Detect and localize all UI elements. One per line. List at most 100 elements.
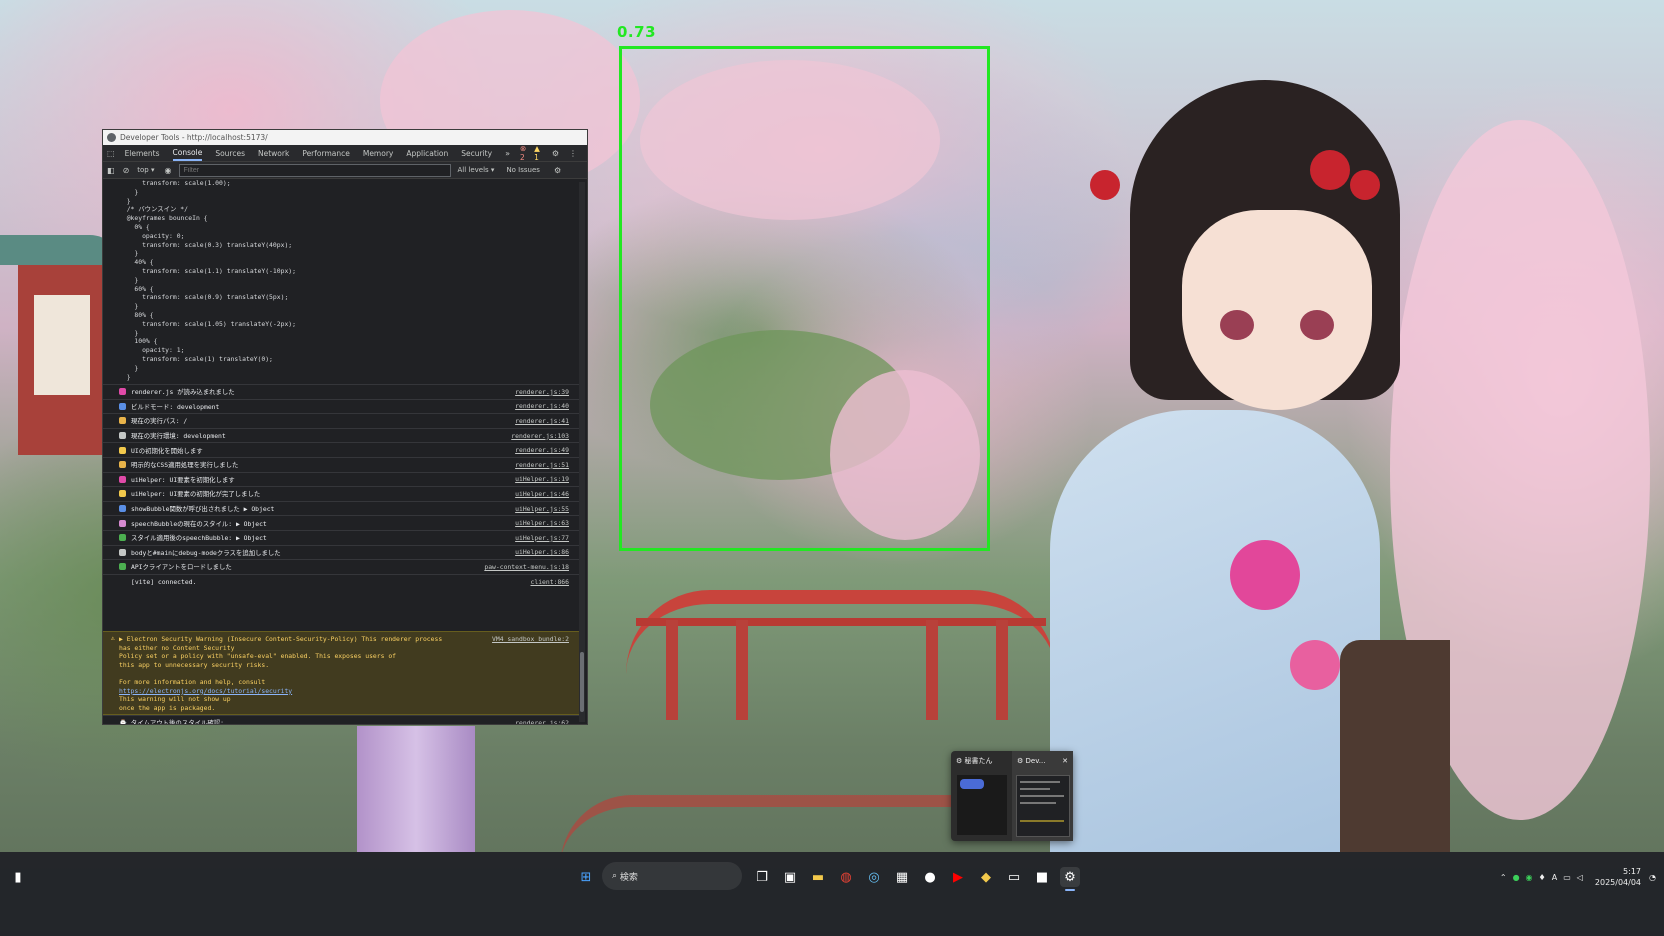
task-view-icon[interactable]: ❐ [752, 867, 772, 887]
message-source-link[interactable]: uiHelper.js:19 [515, 475, 569, 483]
console-message[interactable]: showBubble関数が呼び出されました ▶ Object uiHelper.j… [103, 500, 579, 516]
clear-console-icon[interactable]: ⊘ [123, 166, 130, 175]
more-tabs-button[interactable]: » [505, 149, 510, 158]
terminal-icon[interactable]: ▭ [1004, 867, 1024, 887]
preview-app-1-thumbnail [957, 775, 1007, 835]
context-selector[interactable]: top ▾ [137, 166, 154, 174]
console-scrollbar[interactable] [579, 182, 585, 722]
message-icon [119, 446, 126, 454]
message-icon [119, 490, 126, 498]
anime-character [1050, 80, 1450, 852]
message-source-link[interactable]: client:866 [531, 578, 569, 586]
issues-indicator[interactable]: No Issues [506, 166, 540, 174]
console-message[interactable]: bodyと#mainにdebug-modeクラスを追加しました uiHelper.… [103, 544, 579, 560]
message-text: bodyと#mainにdebug-modeクラスを追加しました [131, 548, 281, 557]
console-settings-icon[interactable]: ⚙ [554, 166, 561, 175]
message-source-link[interactable]: renderer.js:51 [515, 461, 569, 469]
console-message[interactable]: 現在の実行パス: / renderer.js:41 [103, 413, 579, 428]
volume-icon[interactable]: ◁ [1577, 873, 1583, 882]
tab-security[interactable]: Security [461, 147, 492, 160]
tab-elements[interactable]: Elements [125, 147, 160, 160]
message-source-link[interactable]: renderer.js:103 [511, 432, 569, 440]
ime-indicator[interactable]: A [1552, 873, 1557, 882]
devtools-app-icon [107, 133, 116, 142]
file-explorer-icon[interactable]: ▬ [808, 867, 828, 887]
tab-memory[interactable]: Memory [363, 147, 394, 160]
warning-text-line: ▶ Electron Security Warning (Insecure Co… [119, 635, 443, 643]
system-tray: ⌃ ● ◉ ♦ A ▭ ◁ 5:17 2025/04/04 ◔ [1500, 862, 1656, 892]
security-warning[interactable]: ⚠ ▶ Electron Security Warning (Insecure … [103, 631, 579, 715]
electron-app-icon[interactable]: ⚙ [1060, 867, 1080, 887]
youtube-icon[interactable]: ▶ [948, 867, 968, 887]
notification-bell-icon[interactable]: ◔ [1649, 873, 1656, 882]
console-message[interactable]: 明示的なCSS適用処理を実行しました renderer.js:51 [103, 456, 579, 472]
preview-close-button[interactable]: ✕ [1062, 757, 1068, 765]
message-source-link[interactable]: uiHelper.js:86 [515, 548, 569, 556]
console-output[interactable]: transform: scale(1.00); } } /* バウンスイン */… [103, 179, 579, 724]
tray-app-icon[interactable]: ● [1513, 873, 1520, 882]
photos-app-icon[interactable]: ▣ [780, 867, 800, 887]
warning-count-badge[interactable]: ▲ 1 [534, 144, 542, 162]
start-button-windows-icon[interactable]: ⊞ [576, 867, 596, 887]
log-levels-dropdown[interactable]: All levels ▾ [457, 166, 494, 174]
message-source-link[interactable]: uiHelper.js:77 [515, 534, 569, 542]
github-icon[interactable]: ● [920, 867, 940, 887]
tab-sources[interactable]: Sources [215, 147, 245, 160]
error-count-badge[interactable]: ⊗ 2 [520, 144, 528, 162]
tab-console[interactable]: Console [172, 146, 203, 161]
app-grid-icon[interactable]: ▦ [892, 867, 912, 887]
console-message[interactable]: uiHelper: UI要素の初期化が完了しました uiHelper.js:46 [103, 486, 579, 501]
message-source-link[interactable]: paw-context-menu.js:18 [484, 563, 569, 571]
console-message[interactable]: ビルドモード: development renderer.js:40 [103, 398, 579, 414]
message-source-link[interactable]: uiHelper.js:55 [515, 505, 569, 513]
clock[interactable]: 5:17 2025/04/04 [1595, 866, 1641, 888]
console-message[interactable]: renderer.js が読み込まれました renderer.js:39 [103, 384, 579, 399]
devtools-window[interactable]: Developer Tools - http://localhost:5173/… [102, 129, 588, 725]
tab-network[interactable]: Network [258, 147, 289, 160]
chrome-icon[interactable]: ◍ [836, 867, 856, 887]
console-message[interactable]: [vite] connected. client:866 [103, 573, 579, 589]
taskbar-thumbnail-preview[interactable]: ⚙ 秘書たん ⚙ Dev... ✕ [951, 751, 1073, 841]
warning-source-link[interactable]: VM4 sandbox_bundle:2 [492, 635, 569, 643]
tab-performance[interactable]: Performance [302, 147, 350, 160]
live-expression-eye-icon[interactable]: ◉ [165, 166, 172, 175]
kebab-menu-icon[interactable]: ⋮ [569, 149, 577, 158]
console-message[interactable]: 現在の実行環境: development renderer.js:103 [103, 427, 579, 443]
devtools-tabbar: ⬚ Elements Console Sources Network Perfo… [103, 144, 587, 162]
preview-app-1[interactable]: ⚙ 秘書たん [951, 751, 1012, 841]
message-source-link[interactable]: renderer.js:62 [515, 719, 569, 724]
folder-app-icon[interactable]: ◆ [976, 867, 996, 887]
console-message[interactable]: スタイル適用後のspeechBubble: ▶ Object uiHelper.j… [103, 529, 579, 545]
steam-icon[interactable]: ◎ [864, 867, 884, 887]
message-source-link[interactable]: renderer.js:41 [515, 417, 569, 425]
scrollbar-thumb[interactable] [580, 652, 584, 712]
security-docs-link[interactable]: https://electronjs.org/docs/tutorial/sec… [119, 687, 292, 695]
message-source-link[interactable]: uiHelper.js:63 [515, 519, 569, 527]
message-icon [119, 534, 126, 542]
console-message[interactable]: uiHelper: UI要素を初期化します uiHelper.js:19 [103, 471, 579, 487]
preview-app-2[interactable]: ⚙ Dev... ✕ [1012, 751, 1073, 841]
message-source-link[interactable]: uiHelper.js:46 [515, 490, 569, 498]
console-message[interactable]: APIクライアントをロードしました paw-context-menu.js:18 [103, 559, 579, 574]
taskbar-search-box[interactable]: ⌕ 検索 [602, 862, 742, 890]
message-source-link[interactable]: renderer.js:39 [515, 388, 569, 396]
tab-application[interactable]: Application [406, 147, 448, 160]
inspect-element-icon[interactable]: ⬚ [107, 149, 115, 158]
devtools-titlebar[interactable]: Developer Tools - http://localhost:5173/ [103, 130, 587, 145]
tray-app-icon[interactable]: ♦ [1539, 873, 1546, 882]
tray-app-icon[interactable]: ◉ [1526, 873, 1533, 882]
settings-gear-icon[interactable]: ⚙ [552, 149, 559, 158]
message-source-link[interactable]: renderer.js:49 [515, 446, 569, 454]
console-message[interactable]: UIの初期化を開始します renderer.js:49 [103, 442, 579, 457]
console-filter-input[interactable] [179, 163, 452, 177]
console-message[interactable]: speechBubbleの現在のスタイル: ▶ Object uiHelper.j… [103, 515, 579, 530]
clock-time: 5:17 [1623, 867, 1642, 876]
widgets-icon[interactable]: ▮ [8, 867, 28, 887]
chevron-up-icon[interactable]: ⌃ [1500, 873, 1507, 882]
app-icon[interactable]: ■ [1032, 867, 1052, 887]
sidebar-toggle-icon[interactable]: ◧ [107, 166, 115, 175]
message-source-link[interactable]: renderer.js:40 [515, 402, 569, 410]
message-text: speechBubbleの現在のスタイル: ▶ Object [131, 519, 267, 528]
network-icon[interactable]: ▭ [1563, 873, 1571, 882]
console-message[interactable]: ⌚ タイムアウト後のスタイル確認: renderer.js:62 [103, 715, 579, 724]
